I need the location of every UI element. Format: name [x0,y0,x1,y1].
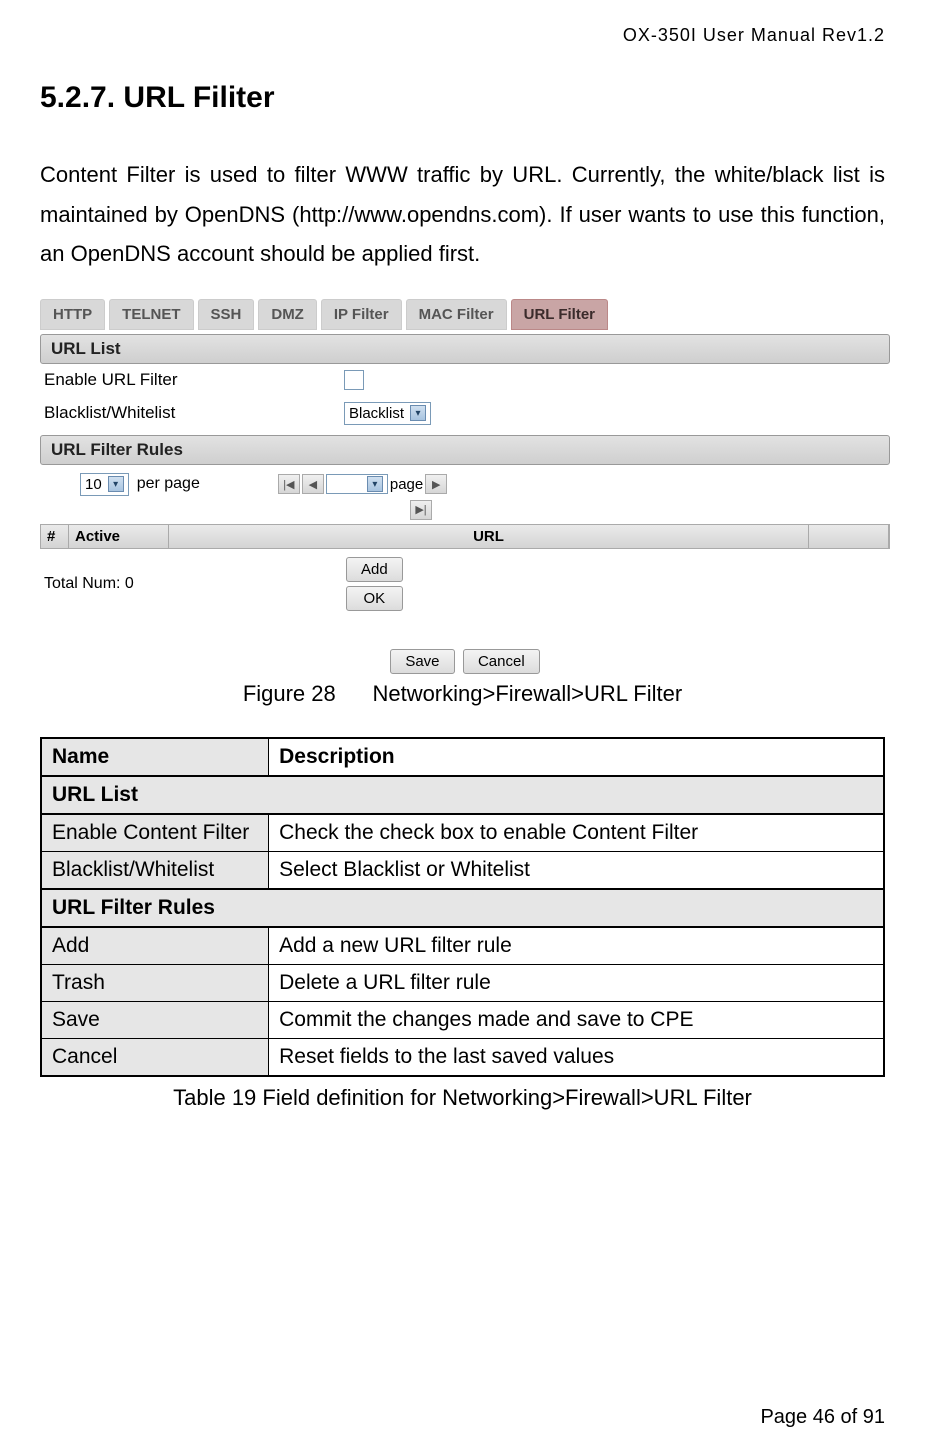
cell-name: Blacklist/Whitelist [41,851,269,889]
cell-name: Save [41,1001,269,1038]
per-page-value: 10 [85,476,102,493]
figure-number: Figure 28 [243,681,336,706]
figure-text: Networking>Firewall>URL Filter [372,681,682,706]
pager-row-2: ▶| [40,500,890,520]
table-caption: Table 19 Field definition for Networking… [40,1085,885,1111]
chevron-down-icon: ▾ [108,476,124,492]
chevron-down-icon: ▾ [410,405,426,421]
firewall-screenshot: HTTP TELNET SSH DMZ IP Filter MAC Filter… [40,299,890,671]
enable-url-filter-label: Enable URL Filter [44,370,344,390]
tabs-row: HTTP TELNET SSH DMZ IP Filter MAC Filter… [40,299,890,330]
pager-last-icon[interactable]: ▶| [410,500,432,520]
ok-button[interactable]: OK [346,586,403,611]
url-list-bar: URL List [40,334,890,364]
table-row: Blacklist/Whitelist Select Blacklist or … [41,851,884,889]
col-url: URL [169,525,809,548]
col-actions [809,525,889,548]
doc-header: OX-350I User Manual Rev1.2 [40,25,885,46]
tab-url-filter[interactable]: URL Filter [511,299,608,330]
cell-desc: Commit the changes made and save to CPE [269,1001,884,1038]
cell-name: Enable Content Filter [41,814,269,852]
blacklist-whitelist-value: Blacklist [349,405,404,422]
tab-http[interactable]: HTTP [40,299,105,330]
pager-first-icon[interactable]: |◀ [278,474,300,494]
pager-next-icon[interactable]: ▶ [425,474,447,494]
per-page-suffix: per page [137,475,200,493]
definition-table: Name Description URL List Enable Content… [40,737,885,1077]
page-label: page [390,476,423,493]
tab-ssh[interactable]: SSH [198,299,255,330]
cell-name: Add [41,927,269,965]
section-heading: 5.2.7. URL Filiter [40,81,885,115]
blacklist-whitelist-row: Blacklist/Whitelist Blacklist ▾ [40,396,890,431]
tab-ip-filter[interactable]: IP Filter [321,299,402,330]
blacklist-whitelist-label: Blacklist/Whitelist [44,403,344,423]
section-url-list: URL List [41,776,884,814]
section-number: 5.2.7. [40,81,115,114]
grid-footer-row: Total Num: 0 Add OK [40,549,890,613]
cell-name: Cancel [41,1038,269,1076]
cell-desc: Select Blacklist or Whitelist [269,851,884,889]
add-button[interactable]: Add [346,557,403,582]
section-title: URL Filiter [123,81,274,114]
enable-url-filter-row: Enable URL Filter [40,364,890,396]
cell-desc: Check the check box to enable Content Fi… [269,814,884,852]
page-footer: Page 46 of 91 [760,1406,885,1429]
th-description: Description [269,738,884,776]
enable-url-filter-checkbox[interactable] [344,370,364,390]
section-url-filter-rules: URL Filter Rules [41,889,884,927]
col-active: Active [69,525,169,548]
cell-desc: Delete a URL filter rule [269,964,884,1001]
cell-name: Trash [41,964,269,1001]
table-row: Add Add a new URL filter rule [41,927,884,965]
cell-desc: Add a new URL filter rule [269,927,884,965]
table-row: Save Commit the changes made and save to… [41,1001,884,1038]
tab-mac-filter[interactable]: MAC Filter [406,299,507,330]
figure-caption: Figure 28 Networking>Firewall>URL Filter [40,681,885,707]
cell-desc: Reset fields to the last saved values [269,1038,884,1076]
total-num-label: Total Num: 0 [44,575,344,593]
blacklist-whitelist-select[interactable]: Blacklist ▾ [344,402,431,425]
pager-row: 10 ▾ per page |◀ ◀ ▾ page ▶ [40,465,890,500]
tab-telnet[interactable]: TELNET [109,299,193,330]
table-row: Trash Delete a URL filter rule [41,964,884,1001]
save-cancel-row: Save Cancel [40,653,890,671]
cancel-button[interactable]: Cancel [463,649,540,674]
url-filter-rules-bar: URL Filter Rules [40,435,890,465]
per-page-select[interactable]: 10 ▾ [80,473,129,496]
pager-controls: |◀ ◀ ▾ page ▶ [278,474,447,494]
tab-dmz[interactable]: DMZ [258,299,317,330]
page-select[interactable]: ▾ [326,474,388,494]
th-name: Name [41,738,269,776]
save-button[interactable]: Save [390,649,454,674]
rules-grid-header: # Active URL [40,524,890,549]
table-row: Enable Content Filter Check the check bo… [41,814,884,852]
pager-prev-icon[interactable]: ◀ [302,474,324,494]
table-row: Cancel Reset fields to the last saved va… [41,1038,884,1076]
chevron-down-icon: ▾ [367,476,383,492]
intro-paragraph: Content Filter is used to filter WWW tra… [40,155,885,274]
col-hash: # [41,525,69,548]
